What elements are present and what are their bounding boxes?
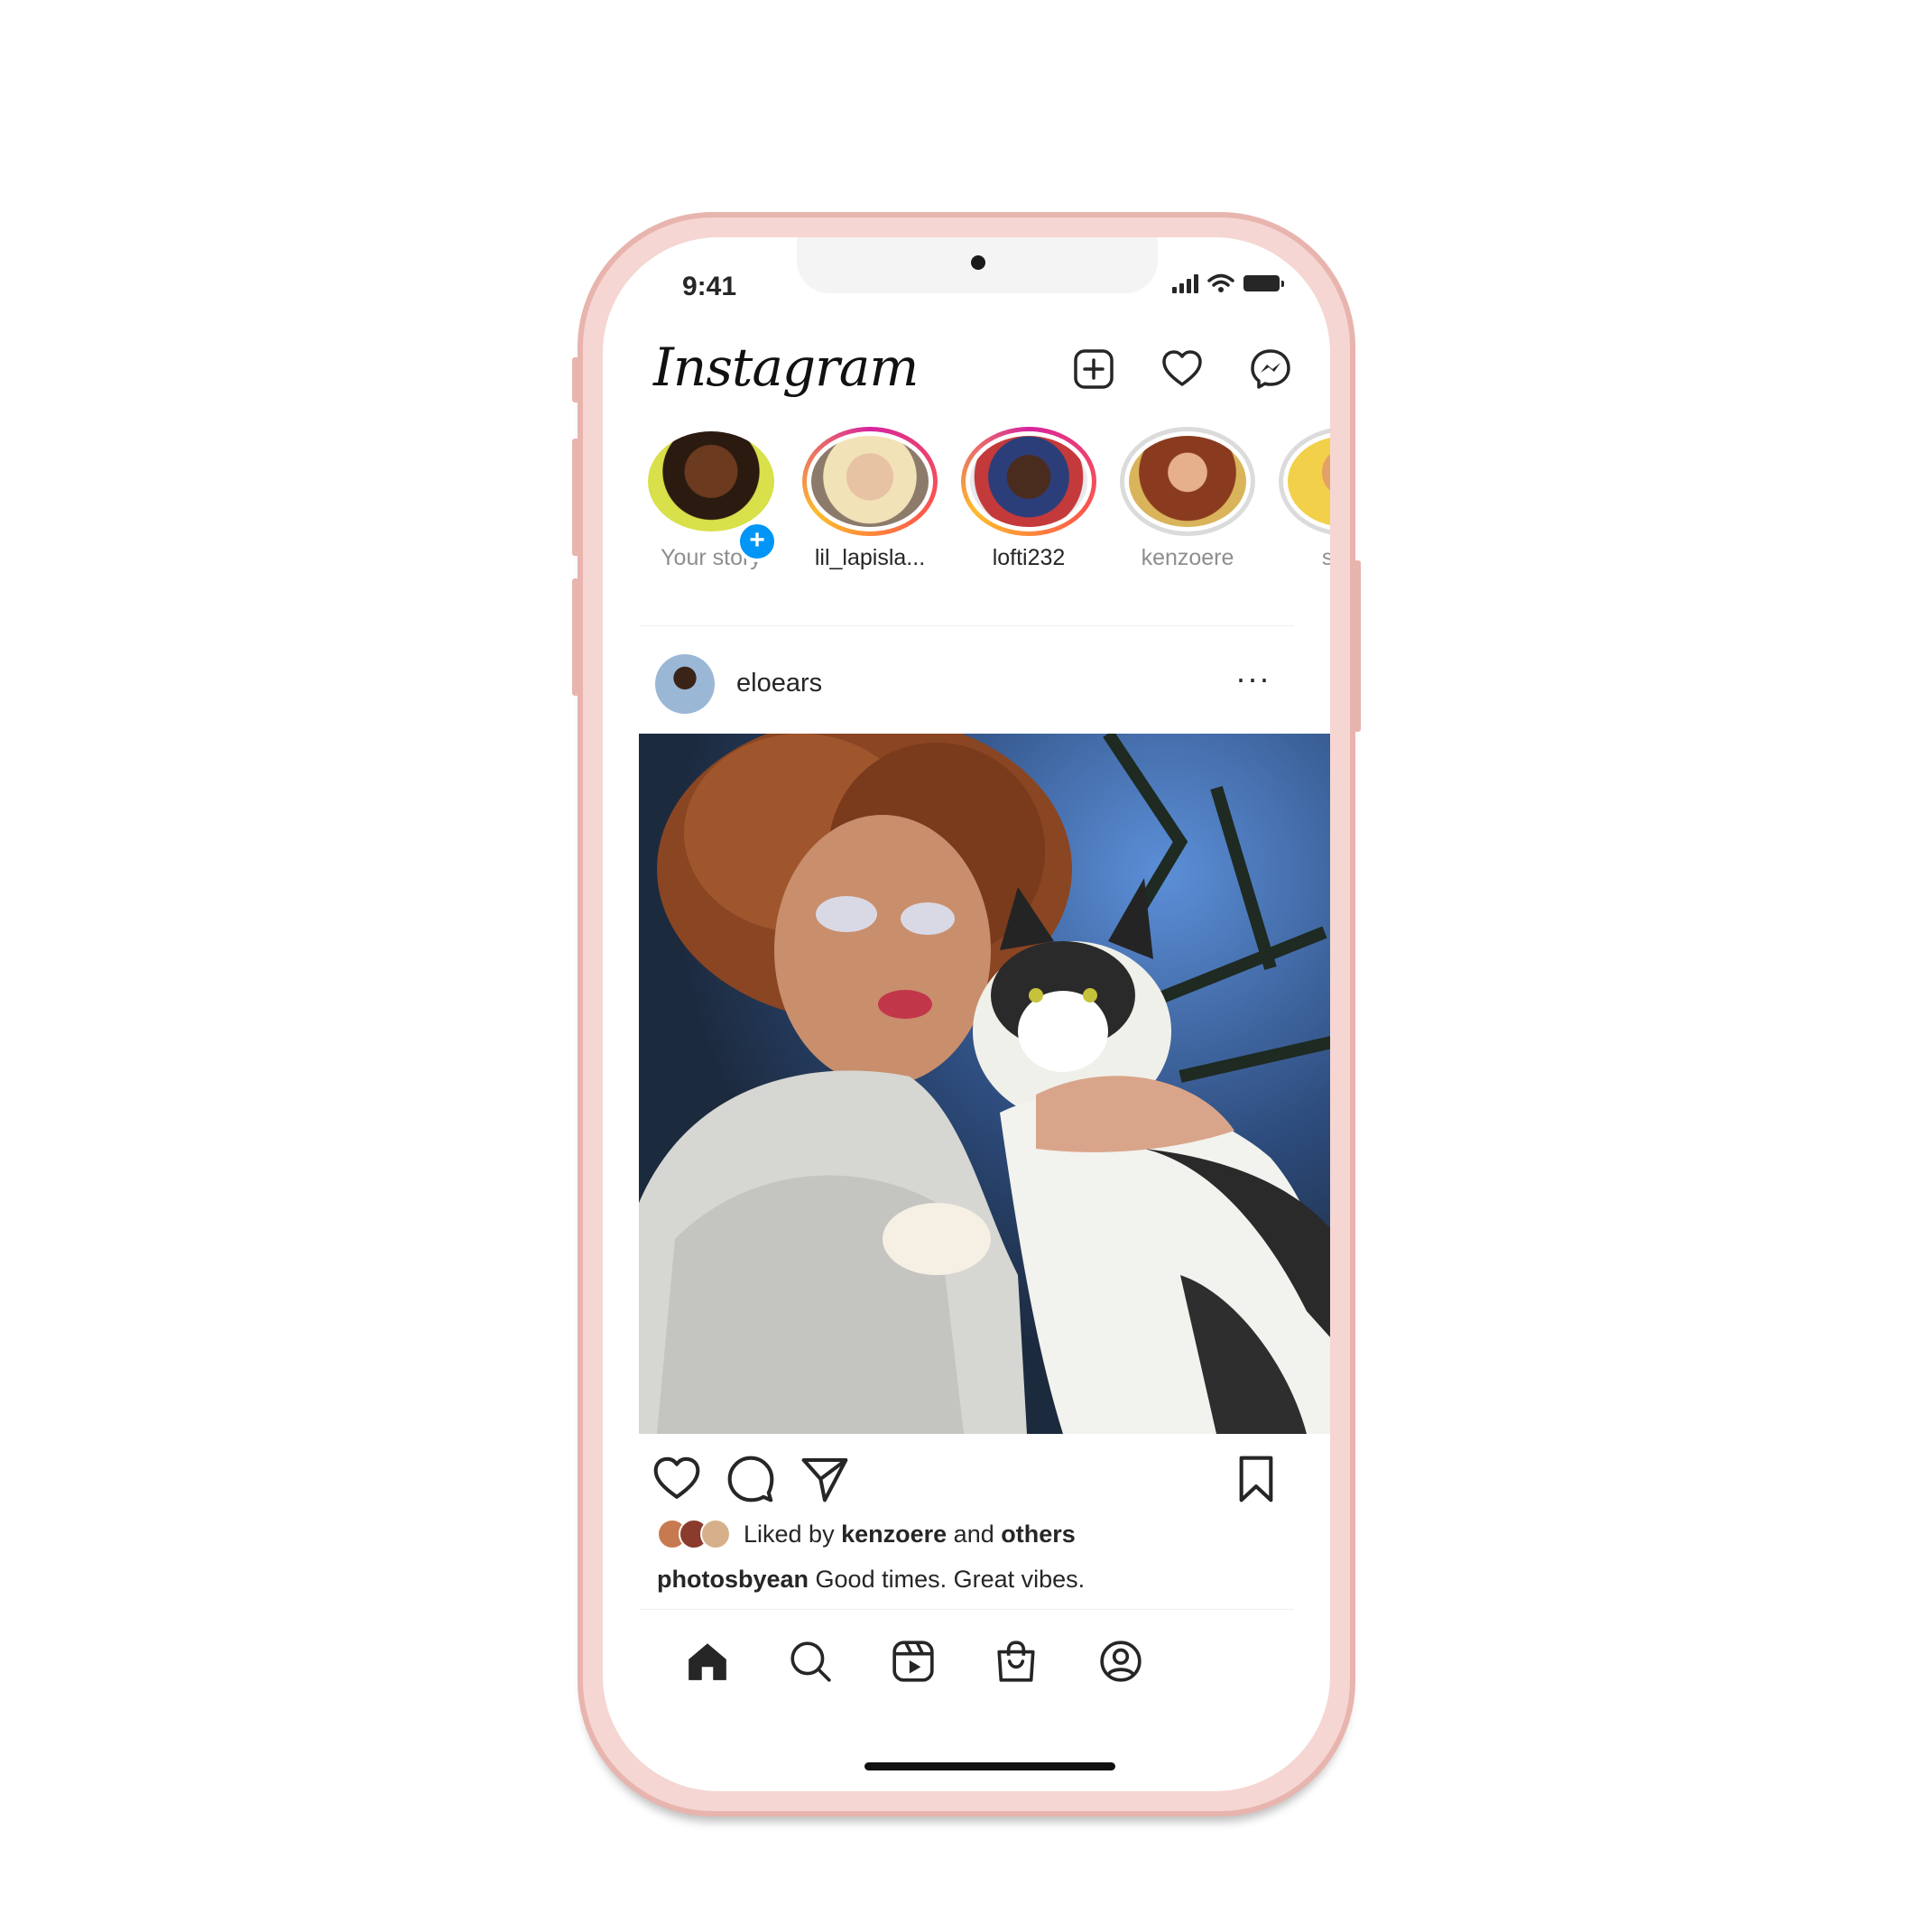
liked-user[interactable]: kenzoere: [841, 1521, 947, 1548]
story-item[interactable]: sapp: [1274, 427, 1330, 571]
stories-tray: + Your story lil_lapisla... lofti232 ken…: [639, 427, 1330, 571]
caption-text: Good times. Great vibes.: [815, 1566, 1086, 1593]
status-icons: [1172, 273, 1284, 293]
story-ring: [643, 427, 779, 536]
side-button-silent: [572, 357, 579, 402]
side-button-power: [1354, 560, 1361, 732]
reels-icon[interactable]: [886, 1634, 940, 1688]
story-your-story[interactable]: + Your story: [639, 427, 783, 571]
liker-avatar: [700, 1519, 731, 1549]
save-icon[interactable]: [1231, 1454, 1281, 1504]
front-camera: [971, 255, 985, 270]
stories-divider: [639, 625, 1294, 626]
new-post-icon[interactable]: [1070, 346, 1117, 393]
avatar: [970, 436, 1087, 527]
app-screen: 9:41 Instagram + Your story lil_lapisla.…: [603, 237, 1330, 1791]
story-ring: [1120, 427, 1255, 536]
battery-icon: [1243, 275, 1284, 291]
post-photo[interactable]: [639, 734, 1330, 1434]
status-time: 9:41: [682, 272, 737, 301]
story-ring: [1279, 427, 1330, 536]
phone-frame: 9:41 Instagram + Your story lil_lapisla.…: [572, 212, 1361, 1816]
story-item[interactable]: lofti232: [957, 427, 1101, 571]
liked-prefix: Liked by: [744, 1520, 835, 1548]
likes-summary: Liked by kenzoere and others: [657, 1519, 1076, 1549]
story-label: sapp: [1321, 545, 1330, 570]
story-label: lofti232: [992, 545, 1066, 570]
post-header: eloears ···: [639, 643, 1294, 719]
story-item[interactable]: lil_lapisla...: [798, 427, 942, 571]
avatar: [811, 436, 929, 527]
likes-text[interactable]: Liked by kenzoere and others: [744, 1521, 1076, 1548]
wifi-icon: [1207, 273, 1234, 292]
caption-username[interactable]: photosbyean: [657, 1566, 809, 1593]
avatar: [1129, 436, 1246, 527]
comment-icon[interactable]: [726, 1454, 776, 1504]
tabbar-divider: [639, 1609, 1294, 1610]
like-icon[interactable]: [652, 1454, 702, 1504]
post-author-avatar[interactable]: [655, 654, 715, 714]
post-author-username[interactable]: eloears: [736, 669, 822, 698]
liked-and: and: [953, 1520, 994, 1548]
avatar: [648, 431, 774, 532]
post-actions: [639, 1447, 1294, 1510]
messenger-icon[interactable]: [1247, 346, 1294, 393]
story-label: kenzoere: [1141, 545, 1234, 570]
story-item[interactable]: kenzoere: [1115, 427, 1260, 571]
instagram-logo: Instagram: [653, 337, 919, 398]
add-story-icon[interactable]: +: [736, 521, 778, 562]
story-label: lil_lapisla...: [814, 545, 926, 570]
post-caption: photosbyean Good times. Great vibes.: [657, 1566, 1085, 1594]
post-photo-illustration: [639, 734, 1330, 1434]
home-indicator[interactable]: [864, 1762, 1115, 1770]
app-header: Instagram: [653, 337, 1294, 409]
notch: [797, 237, 1158, 293]
search-icon[interactable]: [783, 1634, 837, 1688]
heart-icon[interactable]: [1159, 346, 1206, 393]
header-actions: [1070, 346, 1294, 393]
avatar: [1288, 436, 1330, 527]
bottom-tab-bar: [639, 1618, 1294, 1708]
home-icon[interactable]: [680, 1634, 735, 1688]
share-icon[interactable]: [800, 1454, 850, 1504]
story-ring: [802, 427, 938, 536]
side-button-volume-down: [572, 578, 579, 696]
profile-icon[interactable]: [1094, 1634, 1148, 1688]
liked-others[interactable]: others: [1001, 1521, 1076, 1548]
more-options-icon[interactable]: ···: [1235, 660, 1271, 698]
story-ring: [961, 427, 1096, 536]
signal-icon: [1172, 273, 1198, 293]
side-button-volume-up: [572, 439, 579, 556]
shop-icon[interactable]: [989, 1634, 1043, 1688]
